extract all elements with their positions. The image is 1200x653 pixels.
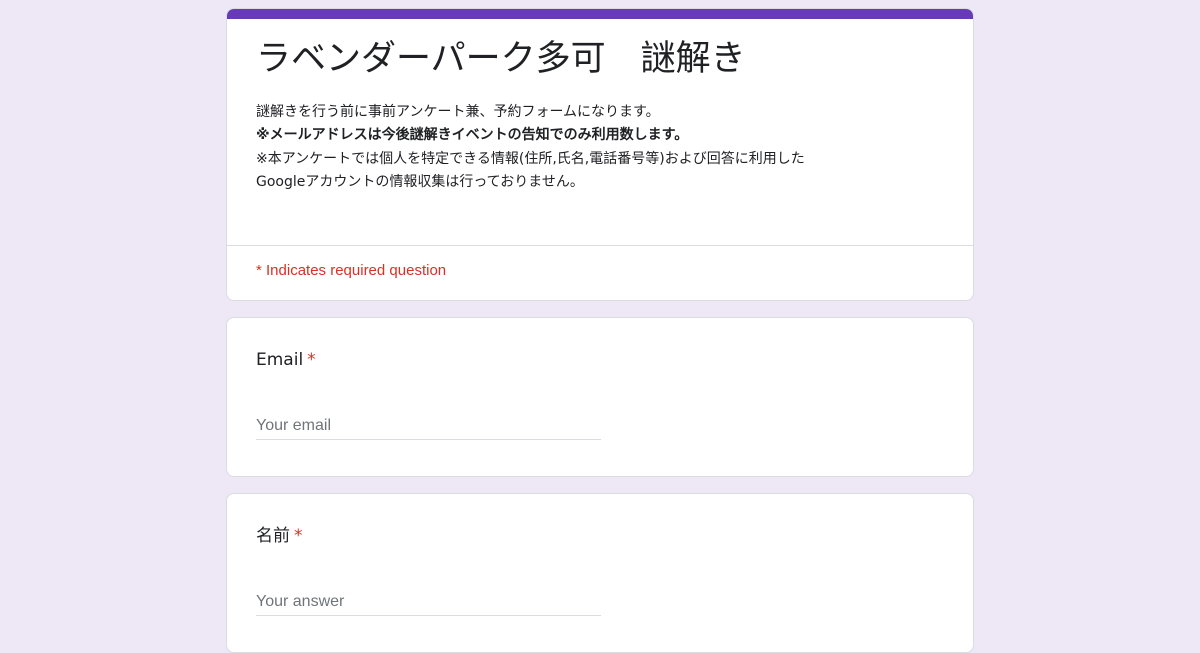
question-card-email: Email * bbox=[226, 317, 974, 477]
question-label-email: Email * bbox=[256, 349, 316, 371]
email-input[interactable] bbox=[256, 412, 601, 440]
description-line-4: Googleアカウントの情報収集は行っておりません。 bbox=[256, 173, 584, 190]
required-star: * bbox=[307, 350, 316, 370]
question-title-email: Email bbox=[256, 350, 304, 370]
form-page: { "colors": { "background": "#ede7f6", "… bbox=[0, 0, 1200, 653]
description-line-1: 謎解きを行う前に事前アンケート兼、予約フォームになります。 bbox=[256, 104, 660, 120]
required-star: * bbox=[294, 526, 303, 546]
question-label-name: 名前 * bbox=[256, 525, 303, 547]
question-card-name: 名前 * bbox=[226, 493, 974, 653]
header-divider bbox=[227, 245, 973, 246]
form-title: ラベンダーパーク多可 謎解き bbox=[256, 39, 746, 79]
question-title-name: 名前 bbox=[256, 526, 290, 546]
form-description: 謎解きを行う前に事前アンケート兼、予約フォームになります。 ※メールアドレスは今… bbox=[256, 101, 936, 194]
description-line-2: ※メールアドレスは今後謎解きイベントの告知でのみ利用数します。 bbox=[256, 127, 689, 144]
name-input[interactable] bbox=[256, 588, 601, 616]
description-line-3: ※本アンケートでは個人を特定できる情報(住所,氏名,電話番号等)および回答に利用… bbox=[256, 150, 805, 167]
form-accent-bar bbox=[227, 9, 973, 19]
form-header-card: ラベンダーパーク多可 謎解き 謎解きを行う前に事前アンケート兼、予約フォームにな… bbox=[226, 8, 974, 301]
required-question-note: * Indicates required question bbox=[256, 262, 447, 279]
